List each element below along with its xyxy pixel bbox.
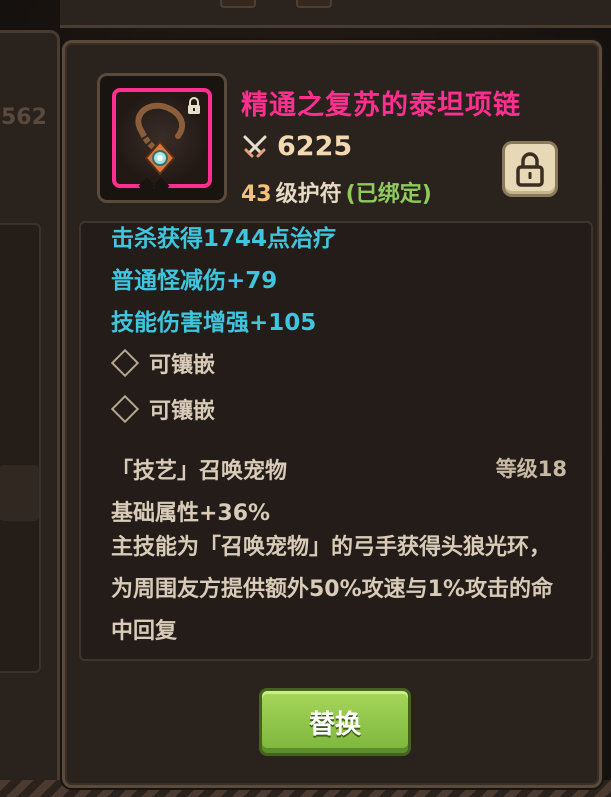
stat-line: 普通怪减伤+79 <box>111 268 278 294</box>
background-lock-icon <box>0 465 41 521</box>
power-value: 6225 <box>277 131 353 162</box>
socket-slot[interactable]: 可镶嵌 <box>110 347 216 379</box>
background-tab <box>220 0 256 8</box>
background-top-panel <box>60 0 611 28</box>
skill-description: 主技能为「召唤宠物」的弓手获得头狼光环，为周围友方提供额外50%攻速与1%攻击的… <box>111 535 554 644</box>
swords-icon <box>243 135 267 157</box>
skill-name: 「技艺」召唤宠物 <box>111 459 288 484</box>
socket-slot[interactable]: 可镶嵌 <box>110 393 216 425</box>
item-name: 精通之复苏的泰坦项链 <box>241 90 521 121</box>
item-icon-frame[interactable] <box>97 73 227 203</box>
item-detail-card: 精通之复苏的泰坦项链 6225 43 级护符 (已绑定) 击杀获得1744点治疗 普… <box>62 40 602 788</box>
item-level: 43 <box>241 182 272 207</box>
item-info-box[interactable]: 击杀获得1744点治疗 普通怪减伤+79 技能伤害增强+105 可镶嵌 可镶嵌 … <box>79 221 593 661</box>
game-screen: 562 精通之复苏的泰坦项链 6225 43 级护符 (已绑定) 击杀获得174… <box>0 0 611 797</box>
replace-button[interactable]: 替换 <box>259 688 411 756</box>
bound-status: (已绑定) <box>345 182 432 207</box>
socket-label: 可镶嵌 <box>149 353 216 378</box>
background-left-inner <box>0 223 41 673</box>
lock-button[interactable] <box>502 141 558 197</box>
item-power: 6225 <box>241 131 352 162</box>
stat-line: 击杀获得1744点治疗 <box>111 226 337 252</box>
socket-indicators <box>138 177 170 196</box>
socket-indicator <box>152 177 170 195</box>
skill-base-attribute: 基础属性+36% <box>111 501 271 526</box>
socket-diamond-icon <box>110 394 140 424</box>
background-left-number: 562 <box>1 105 47 130</box>
background-tab <box>296 0 332 8</box>
stat-line: 技能伤害增强+105 <box>111 310 317 336</box>
socket-label: 可镶嵌 <box>149 399 216 424</box>
socket-diamond-icon <box>110 348 140 378</box>
skill-level: 等级18 <box>495 457 567 481</box>
lock-icon <box>516 152 544 187</box>
small-lock-icon <box>188 97 200 114</box>
background-left-panel: 562 <box>0 30 60 797</box>
item-type: 级护符 <box>275 182 342 207</box>
necklace-icon <box>112 88 212 188</box>
item-level-row: 43 级护符 (已绑定) <box>241 176 432 208</box>
